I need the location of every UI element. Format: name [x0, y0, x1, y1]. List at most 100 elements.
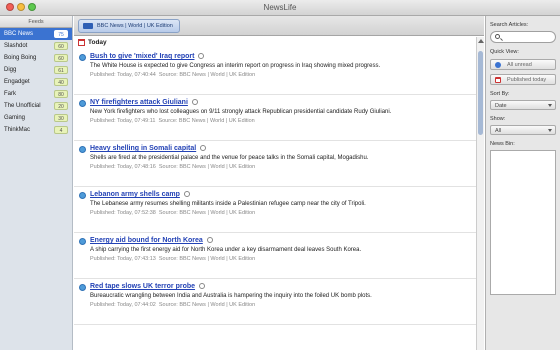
published-date: Published: Today, 07:48:16: [90, 164, 156, 170]
all-unread-button[interactable]: All unread: [490, 59, 556, 70]
published-date: Published: Today, 07:52:38: [90, 210, 156, 216]
feed-item[interactable]: Engadget 40: [0, 76, 72, 88]
search-label: Search Articles:: [490, 22, 529, 28]
feed-item[interactable]: The Unofficial 20: [0, 100, 72, 112]
feed-item[interactable]: Gaming 30: [0, 112, 72, 124]
article-meta: Published: Today, 07:48:16 Source: BBC Ne…: [90, 164, 470, 170]
section-header: Today: [74, 37, 476, 49]
article-description: The White House is expected to give Cong…: [90, 63, 381, 69]
feed-item[interactable]: Digg 61: [0, 64, 72, 76]
unread-count-badge: 4: [54, 126, 68, 134]
sort-by-label: Sort By:: [490, 91, 510, 97]
unread-dot-icon: [79, 238, 86, 245]
flag-icon[interactable]: [183, 191, 190, 198]
feed-label: Gaming: [4, 115, 26, 121]
article-description: New York firefighters who lost colleague…: [90, 109, 392, 115]
article-source: Source: BBC News | World | UK Edition: [158, 210, 256, 216]
feeds-sidebar: Feeds BBC News 75 Slashdot 60 Boing Boing 60 D…: [0, 16, 73, 350]
calendar-icon: [78, 39, 85, 46]
flag-icon[interactable]: [199, 283, 206, 290]
news-bin-label: News Bin:: [490, 141, 515, 147]
article-item[interactable]: NY firefighters attack Giuliani New York …: [74, 95, 476, 141]
article-list: Today Bush to give 'mixed' Iraq report Th…: [74, 37, 476, 350]
article-item[interactable]: Red tape slows UK terror probe Bureaucrat…: [74, 279, 476, 325]
articles-container: Bush to give 'mixed' Iraq report The Whit…: [74, 49, 476, 325]
show-label: Show:: [490, 116, 506, 122]
flag-icon[interactable]: [198, 53, 205, 60]
flag-icon[interactable]: [200, 145, 207, 152]
feed-tab-label: BBC News | World | UK Edition: [97, 23, 173, 29]
flag-icon[interactable]: [191, 99, 198, 106]
article-meta: Published: Today, 07:43:13 Source: BBC Ne…: [90, 256, 470, 262]
unread-count-badge: 60: [54, 54, 68, 62]
scroll-up-arrow-icon[interactable]: [478, 39, 484, 43]
flag-icon[interactable]: [206, 237, 213, 244]
feed-item[interactable]: Boing Boing 60: [0, 52, 72, 64]
feed-label: Engadget: [4, 79, 30, 85]
feed-label: BBC News: [4, 31, 34, 37]
unread-dot-icon: [79, 284, 86, 291]
article-description: A ship carrying the first energy aid for…: [90, 247, 362, 253]
tab-strip: BBC News | World | UK Edition: [74, 16, 484, 36]
published-date: Published: Today, 07:49:11: [90, 118, 156, 124]
feed-label: Slashdot: [4, 43, 28, 49]
title-bar: NewsLife: [0, 0, 560, 16]
article-title-link[interactable]: Heavy shelling in Somali capital: [90, 144, 196, 153]
unread-count-badge: 60: [54, 42, 68, 50]
search-input[interactable]: [490, 31, 556, 43]
all-unread-label: All unread: [507, 62, 532, 68]
article-title-link[interactable]: Energy aid bound for North Korea: [90, 236, 203, 245]
feed-item[interactable]: Fark 80: [0, 88, 72, 100]
article-item[interactable]: Bush to give 'mixed' Iraq report The Whit…: [74, 49, 476, 95]
sort-by-select[interactable]: Date: [490, 100, 556, 110]
unread-dot-icon: [495, 62, 501, 68]
feed-list: BBC News 75 Slashdot 60 Boing Boing 60 Digg 61 E…: [0, 28, 72, 136]
article-meta: Published: Today, 07:44:02 Source: BBC Ne…: [90, 302, 470, 308]
article-item[interactable]: Lebanon army shells camp The Lebanese arm…: [74, 187, 476, 233]
published-today-button[interactable]: Published today: [490, 74, 556, 85]
article-meta: Published: Today, 07:52:38 Source: BBC Ne…: [90, 210, 470, 216]
news-bin-list[interactable]: [490, 150, 556, 295]
quick-view-label: Quick View:: [490, 49, 519, 55]
unread-count-badge: 40: [54, 78, 68, 86]
unread-dot-icon: [79, 100, 86, 107]
article-description: Shells are fired at the presidential pal…: [90, 155, 369, 161]
published-date: Published: Today, 07:43:13: [90, 256, 156, 262]
article-description: Bureaucratic wrangling between India and…: [90, 293, 372, 299]
article-description: The Lebanese army resumes shelling milit…: [90, 201, 366, 207]
article-item[interactable]: Heavy shelling in Somali capital Shells a…: [74, 141, 476, 187]
published-date: Published: Today, 07:40:44: [90, 72, 156, 78]
feed-label: Digg: [4, 67, 17, 73]
article-title-link[interactable]: NY firefighters attack Giuliani: [90, 98, 188, 107]
article-title-link[interactable]: Lebanon army shells camp: [90, 190, 180, 199]
article-title-link[interactable]: Red tape slows UK terror probe: [90, 282, 195, 291]
article-meta: Published: Today, 07:49:11 Source: BBC Ne…: [90, 118, 470, 124]
unread-count-badge: 20: [54, 102, 68, 110]
article-source: Source: BBC News | World | UK Edition: [158, 72, 256, 78]
search-icon: [495, 34, 500, 39]
article-title-link[interactable]: Bush to give 'mixed' Iraq report: [90, 52, 194, 61]
feed-label: Boing Boing: [4, 55, 37, 61]
show-select[interactable]: All: [490, 125, 556, 135]
unread-dot-icon: [79, 192, 86, 199]
scrollbar-thumb[interactable]: [478, 51, 483, 135]
feed-item[interactable]: BBC News 75: [0, 28, 72, 40]
unread-count-badge: 80: [54, 90, 68, 98]
article-scrollbar[interactable]: [476, 37, 484, 350]
article-source: Source: BBC News | World | UK Edition: [158, 118, 255, 124]
feed-label: Fark: [4, 91, 16, 97]
window-title: NewsLife: [263, 3, 297, 12]
feed-item[interactable]: Slashdot 60: [0, 40, 72, 52]
feeds-header: Feeds: [0, 16, 72, 28]
calendar-icon: [495, 77, 501, 83]
article-source: Source: BBC News | World | UK Edition: [158, 256, 256, 262]
unread-count-badge: 61: [54, 66, 68, 74]
article-source: Source: BBC News | World | UK Edition: [158, 302, 256, 308]
article-meta: Published: Today, 07:40:44 Source: BBC Ne…: [90, 72, 470, 78]
right-panel: Search Articles: Quick View: All unread …: [485, 16, 560, 350]
article-item[interactable]: Energy aid bound for North Korea A ship c…: [74, 233, 476, 279]
section-title: Today: [88, 39, 107, 46]
feed-tab[interactable]: BBC News | World | UK Edition: [78, 19, 180, 33]
rss-icon: [83, 23, 93, 29]
feed-item[interactable]: ThinkMac 4: [0, 124, 72, 136]
